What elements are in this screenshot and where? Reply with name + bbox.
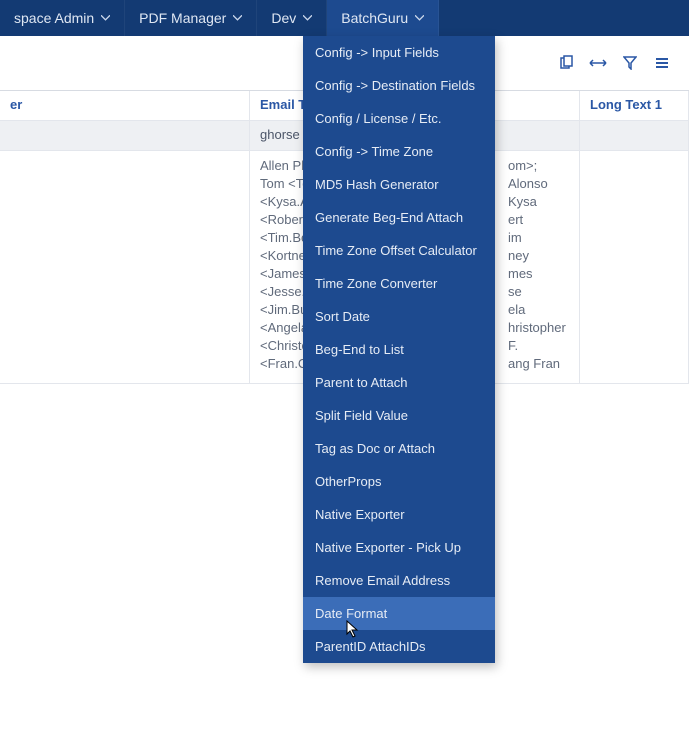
copy-icon[interactable] — [557, 54, 575, 72]
dropdown-item[interactable]: Config -> Input Fields — [303, 36, 495, 69]
dropdown-item[interactable]: Sort Date — [303, 300, 495, 333]
menu-batchguru[interactable]: BatchGuru — [327, 0, 439, 36]
menu-label: BatchGuru — [341, 10, 408, 26]
menu-label: PDF Manager — [139, 10, 226, 26]
dropdown-item-date-format[interactable]: Date Format — [303, 597, 495, 630]
chevron-down-icon — [414, 13, 424, 23]
dropdown-item[interactable]: Tag as Doc or Attach — [303, 432, 495, 465]
dropdown-item[interactable]: ParentID AttachIDs — [303, 630, 495, 663]
chevron-down-icon — [302, 13, 312, 23]
table-cell — [0, 121, 250, 150]
menu-dots-icon[interactable] — [653, 54, 671, 72]
table-cell — [580, 151, 689, 383]
chevron-down-icon — [232, 13, 242, 23]
dropdown-item[interactable]: MD5 Hash Generator — [303, 168, 495, 201]
menu-label: Dev — [271, 10, 296, 26]
dropdown-item[interactable]: Native Exporter — [303, 498, 495, 531]
dropdown-item[interactable]: Config / License / Etc. — [303, 102, 495, 135]
batchguru-dropdown: Config -> Input Fields Config -> Destina… — [303, 36, 495, 663]
dropdown-item[interactable]: Config -> Time Zone — [303, 135, 495, 168]
filter-icon[interactable] — [621, 54, 639, 72]
dropdown-item[interactable]: Split Field Value — [303, 399, 495, 432]
dropdown-item[interactable]: Generate Beg-End Attach — [303, 201, 495, 234]
column-header-long-text[interactable]: Long Text 1 — [580, 91, 689, 120]
menubar: space Admin PDF Manager Dev BatchGuru — [0, 0, 689, 36]
dropdown-item[interactable]: Remove Email Address — [303, 564, 495, 597]
swap-icon[interactable] — [589, 54, 607, 72]
menu-space-admin[interactable]: space Admin — [0, 0, 125, 36]
dropdown-item[interactable]: Parent to Attach — [303, 366, 495, 399]
dropdown-item[interactable]: Beg-End to List — [303, 333, 495, 366]
dropdown-item[interactable]: Native Exporter - Pick Up — [303, 531, 495, 564]
menu-label: space Admin — [14, 10, 94, 26]
menu-dev[interactable]: Dev — [257, 0, 327, 36]
dropdown-item[interactable]: OtherProps — [303, 465, 495, 498]
dropdown-item[interactable]: Config -> Destination Fields — [303, 69, 495, 102]
column-header[interactable]: er — [0, 91, 250, 120]
table-cell — [0, 151, 250, 383]
menu-pdf-manager[interactable]: PDF Manager — [125, 0, 257, 36]
toolbar-icons — [557, 54, 671, 72]
chevron-down-icon — [100, 13, 110, 23]
dropdown-item[interactable]: Time Zone Converter — [303, 267, 495, 300]
dropdown-item[interactable]: Time Zone Offset Calculator — [303, 234, 495, 267]
table-cell — [580, 121, 689, 150]
